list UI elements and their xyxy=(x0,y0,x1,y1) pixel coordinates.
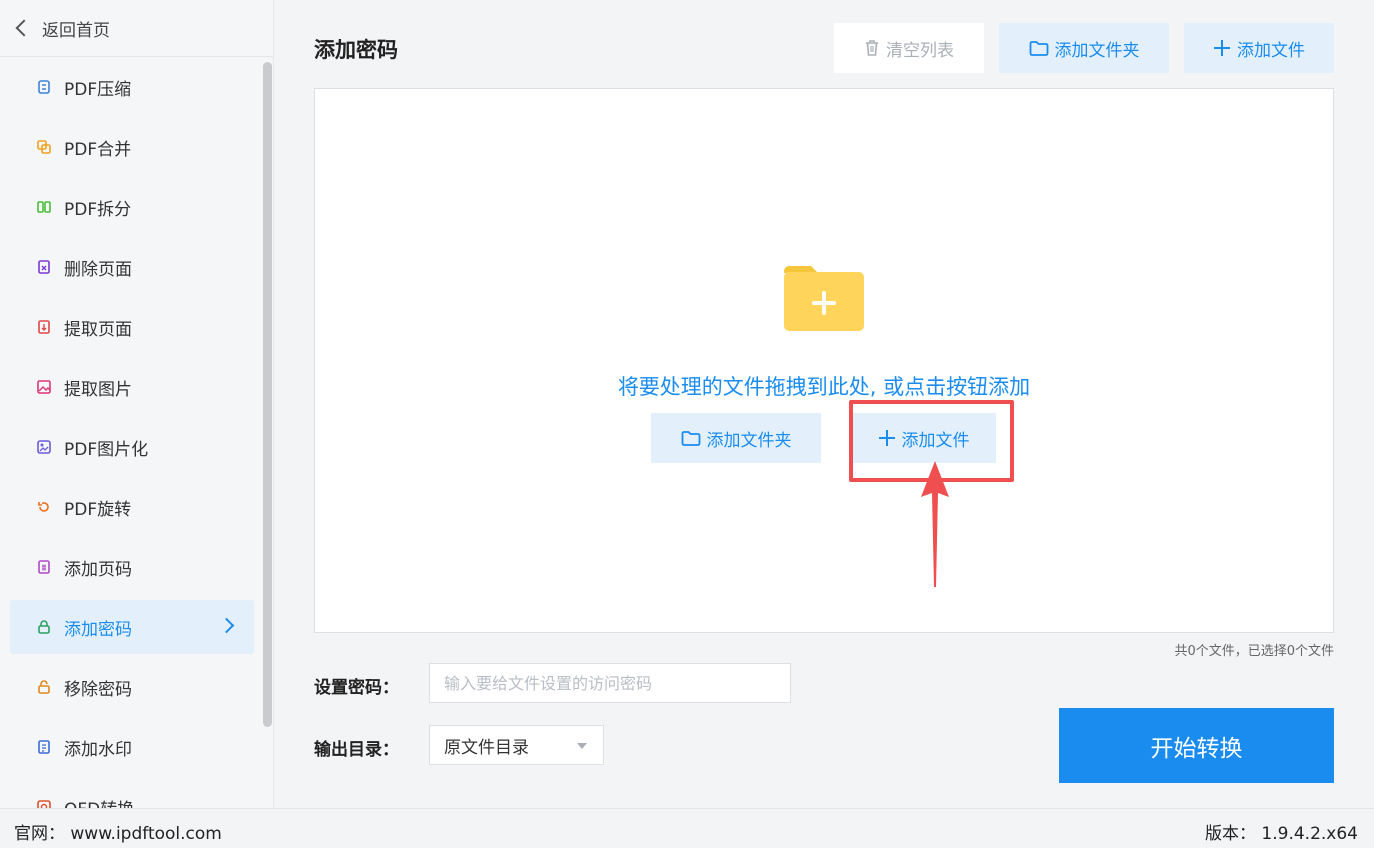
dropdown-caret-icon xyxy=(577,743,587,749)
folder-add-icon xyxy=(784,266,864,331)
sidebar-item-label: 提取图片 xyxy=(64,379,132,400)
delete-page-icon xyxy=(38,260,50,274)
drop-hint: 将要处理的文件拖拽到此处, 或点击按钮添加 xyxy=(617,375,1031,399)
page-title: 添加密码 xyxy=(314,38,398,62)
sidebar-item-label: 提取页面 xyxy=(64,319,132,340)
add-file-button[interactable]: 添加文件 xyxy=(1184,23,1334,73)
add-file-label: 添加文件 xyxy=(1237,40,1305,61)
file-count: 共0个文件，已选择0个文件 xyxy=(1174,644,1334,659)
split-icon xyxy=(37,201,51,213)
start-convert-button[interactable]: 开始转换 xyxy=(1059,708,1334,783)
output-dir-value: 原文件目录 xyxy=(444,737,529,758)
compress-icon xyxy=(38,80,50,94)
ofd-icon xyxy=(37,800,51,808)
sidebar-item-label: 删除页面 xyxy=(64,259,132,280)
folder-icon xyxy=(681,431,700,446)
sidebar-item-add-page-number[interactable]: 添加页码 xyxy=(10,540,254,594)
sidebar-item-add-watermark[interactable]: 添加水印 xyxy=(10,720,254,774)
page-number-icon xyxy=(38,560,50,574)
unlock-icon xyxy=(38,680,50,694)
sidebar-item-label: PDF合并 xyxy=(64,139,132,160)
sidebar-item-extract-page[interactable]: 提取页面 xyxy=(10,300,254,354)
sidebar-item-label: OFD转换 xyxy=(64,795,134,809)
sidebar-item-label: 移除密码 xyxy=(64,679,132,700)
status-bar: 官网： www.ipdftool.com 版本： 1.9.4.2.x64 xyxy=(0,808,1374,848)
sidebar-item-delete-page[interactable]: 删除页面 xyxy=(10,240,254,294)
folder-icon xyxy=(1029,41,1048,56)
lock-icon xyxy=(38,620,50,634)
sidebar-item-label: 添加页码 xyxy=(64,559,132,580)
back-home-label: 返回首页 xyxy=(42,20,110,41)
chevron-left-icon xyxy=(15,19,33,37)
trash-icon xyxy=(866,40,878,56)
sidebar-item-extract-image[interactable]: 提取图片 xyxy=(10,360,254,414)
sidebar-item-label: PDF拆分 xyxy=(64,199,132,220)
extract-image-icon xyxy=(37,380,51,394)
sidebar-item-label: PDF压缩 xyxy=(64,79,132,100)
watermark-icon xyxy=(38,740,50,754)
sidebar-item-remove-password[interactable]: 移除密码 xyxy=(10,660,254,714)
password-input[interactable] xyxy=(429,663,791,703)
sidebar-item-ofd-convert[interactable]: OFD转换 xyxy=(10,780,254,808)
output-dir-label: 输出目录： xyxy=(314,740,399,760)
chevron-right-icon xyxy=(218,617,235,634)
sidebar-scrollbar[interactable] xyxy=(263,62,272,727)
add-folder-label: 添加文件夹 xyxy=(1054,40,1140,61)
output-dir-select[interactable]: 原文件目录 xyxy=(429,725,604,765)
website-link[interactable]: 官网： www.ipdftool.com xyxy=(14,819,222,844)
sidebar-item-pdf-split[interactable]: PDF拆分 xyxy=(10,180,254,234)
add-folder-button[interactable]: 添加文件夹 xyxy=(999,23,1169,73)
sidebar-item-pdf-to-image[interactable]: PDF图片化 xyxy=(10,420,254,474)
sidebar-item-pdf-compress[interactable]: PDF压缩 xyxy=(10,60,254,114)
password-label: 设置密码： xyxy=(314,678,399,698)
clear-list-label: 清空列表 xyxy=(886,40,954,61)
extract-page-icon xyxy=(38,320,50,334)
rotate-icon xyxy=(38,502,49,512)
sidebar-item-label: PDF旋转 xyxy=(64,499,132,520)
sidebar-item-label: 添加密码 xyxy=(64,619,132,640)
plus-icon xyxy=(1214,40,1230,56)
back-home-link[interactable]: 返回首页 xyxy=(0,0,273,57)
sidebar-item-pdf-rotate[interactable]: PDF旋转 xyxy=(10,480,254,534)
sidebar-item-label: PDF图片化 xyxy=(64,439,149,460)
file-drop-zone[interactable]: 将要处理的文件拖拽到此处, 或点击按钮添加 添加文件夹 添加文件 xyxy=(314,88,1334,633)
sidebar-item-add-password[interactable]: 添加密码 xyxy=(10,600,254,654)
version-label: 版本： 1.9.4.2.x64 xyxy=(1205,824,1358,844)
sidebar: 返回首页 PDF压缩 PDF合并 PDF拆分 删除页面 提取页面 提取图片 PD… xyxy=(0,0,274,808)
pdf-to-image-icon xyxy=(37,440,51,454)
merge-icon xyxy=(37,140,51,154)
dropzone-add-folder-label: 添加文件夹 xyxy=(706,430,792,451)
clear-list-button[interactable]: 清空列表 xyxy=(834,23,984,73)
sidebar-item-label: 添加水印 xyxy=(64,739,132,760)
annotation-arrow-icon xyxy=(921,461,949,587)
dropzone-add-folder-button[interactable]: 添加文件夹 xyxy=(651,413,821,463)
sidebar-item-pdf-merge[interactable]: PDF合并 xyxy=(10,120,254,174)
